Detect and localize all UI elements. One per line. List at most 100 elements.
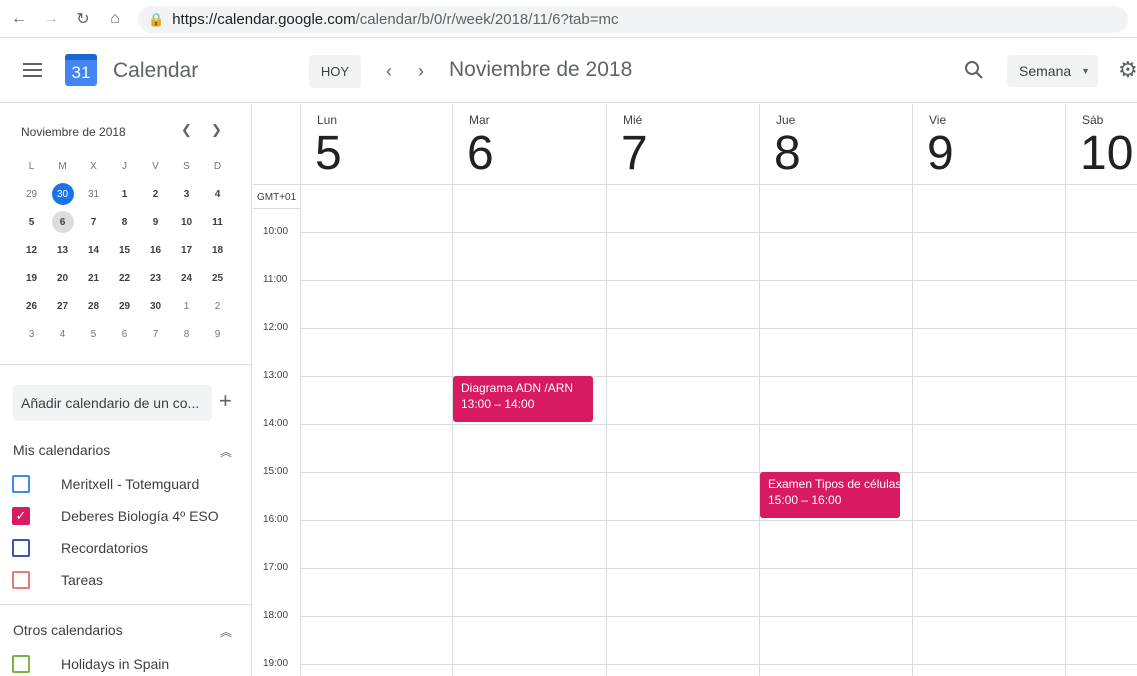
mini-day[interactable]: 4 xyxy=(202,180,233,208)
chevron-up-icon[interactable]: ︽ xyxy=(220,623,234,639)
day-header[interactable]: Mié 7 xyxy=(606,104,759,185)
mini-day[interactable]: 12 xyxy=(16,236,47,264)
mini-day-number: 4 xyxy=(59,328,66,340)
mini-day-number: 1 xyxy=(121,188,128,200)
mini-day-number: 30 xyxy=(51,183,74,205)
search-icon[interactable] xyxy=(963,59,985,81)
forward-icon[interactable]: → xyxy=(41,9,61,29)
mini-day[interactable]: 18 xyxy=(202,236,233,264)
add-calendar-input[interactable]: Añadir calendario de un co... xyxy=(13,385,212,421)
other-calendars-title[interactable]: Otros calendarios xyxy=(13,622,123,638)
mini-day[interactable]: 1 xyxy=(109,180,140,208)
mini-day-number: 24 xyxy=(180,272,193,284)
mini-day-number: 9 xyxy=(152,216,159,228)
view-selector[interactable]: Semana ▼ xyxy=(1007,55,1098,87)
calendar-checkbox[interactable] xyxy=(12,539,30,557)
main-menu-icon[interactable] xyxy=(23,63,42,77)
calendar-checkbox[interactable]: ✓ xyxy=(12,507,30,525)
mini-day[interactable]: 2 xyxy=(140,180,171,208)
calendar-list-item[interactable]: Tareas xyxy=(12,570,103,590)
mini-day[interactable]: 7 xyxy=(78,208,109,236)
day-header[interactable]: Jue 8 xyxy=(759,104,912,185)
day-header[interactable]: Lun 5 xyxy=(300,104,453,185)
event-title: Examen Tipos de células xyxy=(768,477,900,491)
calendar-checkbox[interactable] xyxy=(12,475,30,493)
mini-day[interactable]: 16 xyxy=(140,236,171,264)
back-icon[interactable]: ← xyxy=(9,9,29,29)
mini-day[interactable]: 8 xyxy=(109,208,140,236)
mini-day[interactable]: 30 xyxy=(47,180,78,208)
mini-day[interactable]: 14 xyxy=(78,236,109,264)
calendar-list-item[interactable]: ✓ Deberes Biología 4º ESO xyxy=(12,506,219,526)
mini-day[interactable]: 9 xyxy=(140,208,171,236)
mini-day[interactable]: 3 xyxy=(171,180,202,208)
mini-day[interactable]: 27 xyxy=(47,292,78,320)
mini-day[interactable]: 30 xyxy=(140,292,171,320)
mini-day-number: 9 xyxy=(214,328,221,340)
mini-day[interactable]: 23 xyxy=(140,264,171,292)
mini-day[interactable]: 26 xyxy=(16,292,47,320)
mini-day[interactable]: 8 xyxy=(171,320,202,348)
logo-day: 31 xyxy=(71,63,91,82)
mini-day[interactable]: 4 xyxy=(47,320,78,348)
reload-icon[interactable]: ↻ xyxy=(73,9,93,29)
plus-icon[interactable]: + xyxy=(219,390,239,412)
period-title: Noviembre de 2018 xyxy=(449,58,633,81)
mini-calendar-grid: L M X J V S D 29 30 31 1 2 3 4 5 6 7 8 9 10 11 12 13 14 15 16 17 18… xyxy=(16,152,234,348)
calendar-event[interactable]: Examen Tipos de células 15:00 – 16:00 xyxy=(760,472,900,518)
mini-previous-icon[interactable]: ❮ xyxy=(181,122,197,138)
hour-line xyxy=(300,280,1137,281)
event-time: 13:00 – 14:00 xyxy=(461,397,535,411)
calendar-checkbox[interactable] xyxy=(12,571,30,589)
hour-label: 13:00 xyxy=(263,370,289,381)
mini-day[interactable]: 9 xyxy=(202,320,233,348)
mini-day[interactable]: 11 xyxy=(202,208,233,236)
mini-day[interactable]: 28 xyxy=(78,292,109,320)
my-calendars-title[interactable]: Mis calendarios xyxy=(13,442,110,458)
mini-day[interactable]: 24 xyxy=(171,264,202,292)
mini-day[interactable]: 21 xyxy=(78,264,109,292)
calendar-checkbox[interactable] xyxy=(12,655,30,673)
day-header[interactable]: Vie 9 xyxy=(912,104,1065,185)
calendar-label: Tareas xyxy=(61,572,104,588)
mini-day[interactable]: 22 xyxy=(109,264,140,292)
mini-day[interactable]: 17 xyxy=(171,236,202,264)
mini-day-number: 11 xyxy=(212,216,223,228)
mini-day[interactable]: 2 xyxy=(202,292,233,320)
calendar-list-item[interactable]: Meritxell - Totemguard xyxy=(12,474,199,494)
mini-day[interactable]: 5 xyxy=(16,208,47,236)
day-header[interactable]: Sáb 10 xyxy=(1065,104,1137,185)
mini-day[interactable]: 31 xyxy=(78,180,109,208)
next-period-icon[interactable]: › xyxy=(409,59,433,83)
calendar-list-item[interactable]: Recordatorios xyxy=(12,538,148,558)
previous-period-icon[interactable]: ‹ xyxy=(377,59,401,83)
day-header[interactable]: Mar 6 xyxy=(452,104,605,185)
chevron-down-icon: ▼ xyxy=(1081,66,1091,76)
calendar-event[interactable]: Diagrama ADN /ARN 13:00 – 14:00 xyxy=(453,376,593,422)
mini-day[interactable]: 6 xyxy=(47,208,78,236)
home-icon[interactable]: ⌂ xyxy=(105,9,125,29)
weekday-label: V xyxy=(152,160,159,172)
address-bar[interactable]: 🔒 https://calendar.google.com/calendar/b… xyxy=(138,6,1128,33)
mini-day[interactable]: 19 xyxy=(16,264,47,292)
mini-day[interactable]: 5 xyxy=(78,320,109,348)
mini-day[interactable]: 25 xyxy=(202,264,233,292)
mini-day[interactable]: 15 xyxy=(109,236,140,264)
mini-day[interactable]: 3 xyxy=(16,320,47,348)
mini-day[interactable]: 29 xyxy=(109,292,140,320)
mini-day[interactable]: 1 xyxy=(171,292,202,320)
mini-day[interactable]: 6 xyxy=(109,320,140,348)
sidebar: Noviembre de 2018 ❮ ❯ L M X J V S D 29 30 31 1 2 3 4 5… xyxy=(0,104,252,676)
mini-day-number: 7 xyxy=(90,216,97,228)
mini-next-icon[interactable]: ❯ xyxy=(211,122,227,138)
mini-day[interactable]: 7 xyxy=(140,320,171,348)
today-button[interactable]: HOY xyxy=(309,55,361,88)
mini-day[interactable]: 10 xyxy=(171,208,202,236)
mini-day-number: 8 xyxy=(121,216,128,228)
mini-day[interactable]: 29 xyxy=(16,180,47,208)
calendar-list-item[interactable]: Holidays in Spain xyxy=(12,654,169,674)
mini-day[interactable]: 20 xyxy=(47,264,78,292)
mini-day[interactable]: 13 xyxy=(47,236,78,264)
gear-icon[interactable]: ⚙ xyxy=(1118,59,1137,81)
chevron-up-icon[interactable]: ︽ xyxy=(220,443,234,459)
